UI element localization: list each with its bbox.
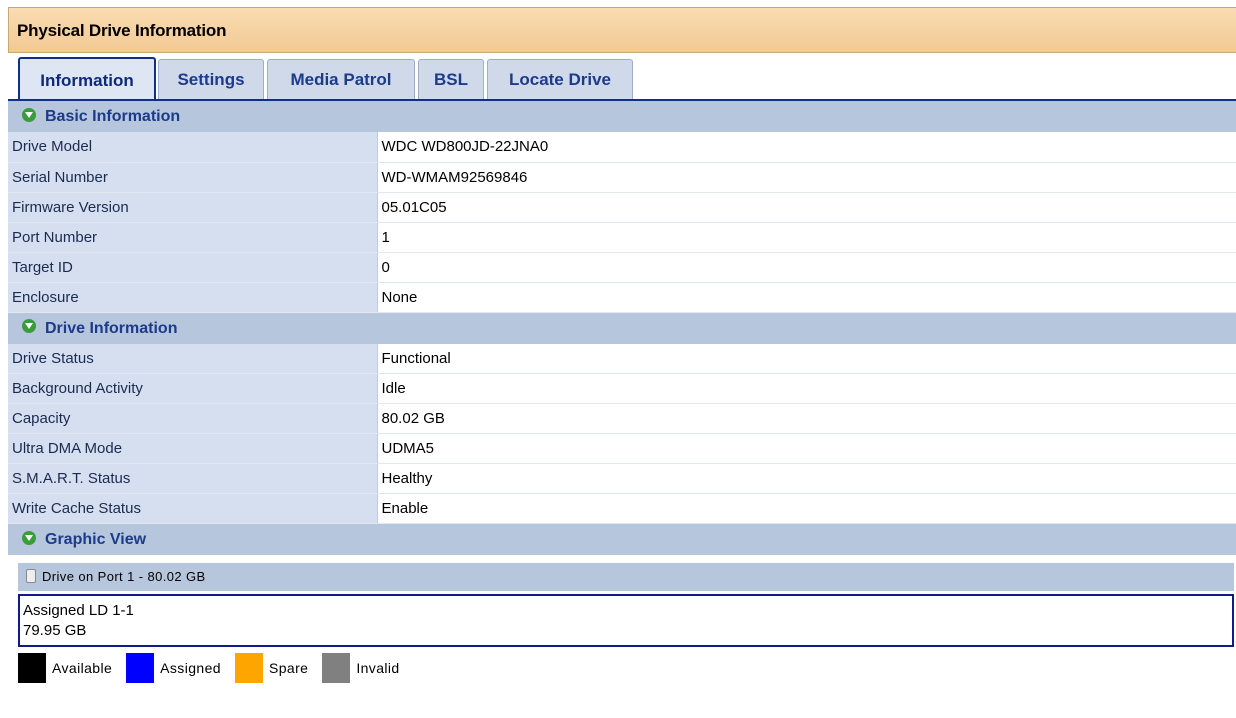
row-label: Ultra DMA Mode — [8, 433, 378, 464]
tab-locate-drive[interactable]: Locate Drive — [487, 59, 633, 99]
graphic-view: Drive on Port 1 - 80.02 GB Assigned LD 1… — [8, 555, 1236, 701]
logical-drive-block[interactable]: Assigned LD 1-1 79.95 GB — [18, 594, 1234, 647]
legend: Available Assigned Spare Invalid — [18, 653, 1236, 683]
legend-swatch-available — [18, 653, 46, 683]
legend-label: Invalid — [356, 660, 400, 676]
row-label: Port Number — [8, 222, 378, 253]
table-row: Ultra DMA Mode UDMA5 — [8, 433, 1236, 464]
tab-media-patrol[interactable]: Media Patrol — [267, 59, 415, 99]
tab-information[interactable]: Information — [18, 57, 156, 101]
tab-bar: Information Settings Media Patrol BSL Lo… — [8, 53, 1236, 101]
table-row: Write Cache Status Enable — [8, 493, 1236, 524]
row-label: Drive Status — [8, 343, 378, 374]
chevron-down-icon — [22, 107, 36, 122]
row-label: Firmware Version — [8, 192, 378, 223]
table-row: Drive Status Functional — [8, 343, 1236, 374]
section-graphic-view[interactable]: Graphic View — [8, 524, 1236, 555]
legend-label: Spare — [268, 660, 309, 676]
row-value: 80.02 GB — [377, 403, 1236, 434]
table-row: Target ID 0 — [8, 252, 1236, 283]
chevron-down-icon — [22, 530, 36, 545]
legend-label: Available — [52, 660, 113, 676]
drive-label: Drive on Port 1 - 80.02 GB — [42, 569, 206, 584]
basic-information-table: Drive Model WDC WD800JD-22JNA0 Serial Num… — [8, 132, 1236, 313]
row-label: Target ID — [8, 252, 378, 283]
legend-swatch-assigned — [126, 653, 155, 683]
table-row: Firmware Version 05.01C05 — [8, 192, 1236, 223]
table-row: Port Number 1 — [8, 222, 1236, 253]
row-value: WD-WMAM92569846 — [377, 162, 1236, 193]
row-label: S.M.A.R.T. Status — [8, 463, 378, 494]
section-basic-information[interactable]: Basic Information — [8, 101, 1236, 132]
drive-bar: Drive on Port 1 - 80.02 GB — [18, 563, 1234, 591]
table-row: Capacity 80.02 GB — [8, 403, 1236, 434]
row-value: WDC WD800JD-22JNA0 — [377, 132, 1236, 163]
row-label: Serial Number — [8, 162, 378, 193]
chevron-down-icon — [22, 319, 36, 334]
tab-bsl[interactable]: BSL — [418, 59, 484, 99]
row-value: 05.01C05 — [377, 192, 1236, 223]
physical-drive-panel: Physical Drive Information Information S… — [8, 7, 1236, 718]
table-row: Drive Model WDC WD800JD-22JNA0 — [8, 132, 1236, 163]
legend-swatch-spare — [234, 653, 263, 683]
legend-label: Assigned — [160, 660, 221, 676]
row-label: Background Activity — [8, 373, 378, 404]
disk-icon — [26, 568, 36, 583]
row-value: Functional — [377, 343, 1236, 374]
table-row: S.M.A.R.T. Status Healthy — [8, 463, 1236, 494]
ld-size: 79.95 GB — [23, 622, 87, 639]
panel-title: Physical Drive Information — [8, 7, 1236, 53]
ld-name: Assigned LD 1-1 — [23, 602, 134, 619]
section-title: Graphic View — [45, 531, 147, 548]
legend-swatch-invalid — [322, 653, 351, 683]
section-title: Drive Information — [45, 319, 178, 337]
row-label: Enclosure — [8, 282, 378, 313]
row-value: 0 — [377, 252, 1236, 283]
table-row: Enclosure None — [8, 282, 1236, 313]
row-label: Write Cache Status — [8, 493, 378, 524]
section-title: Basic Information — [45, 108, 181, 125]
tab-settings[interactable]: Settings — [158, 59, 264, 99]
row-value: 1 — [377, 222, 1236, 253]
row-label: Capacity — [8, 403, 378, 434]
row-value: UDMA5 — [377, 433, 1236, 464]
row-value: Enable — [377, 493, 1236, 524]
row-value: Idle — [377, 373, 1236, 404]
drive-information-table: Drive Status Functional Background Activi… — [8, 343, 1236, 524]
section-drive-information[interactable]: Drive Information — [8, 312, 1236, 344]
row-value: Healthy — [377, 463, 1236, 494]
row-value: None — [377, 282, 1236, 313]
row-label: Drive Model — [8, 132, 378, 163]
table-row: Serial Number WD-WMAM92569846 — [8, 162, 1236, 193]
table-row: Background Activity Idle — [8, 373, 1236, 404]
